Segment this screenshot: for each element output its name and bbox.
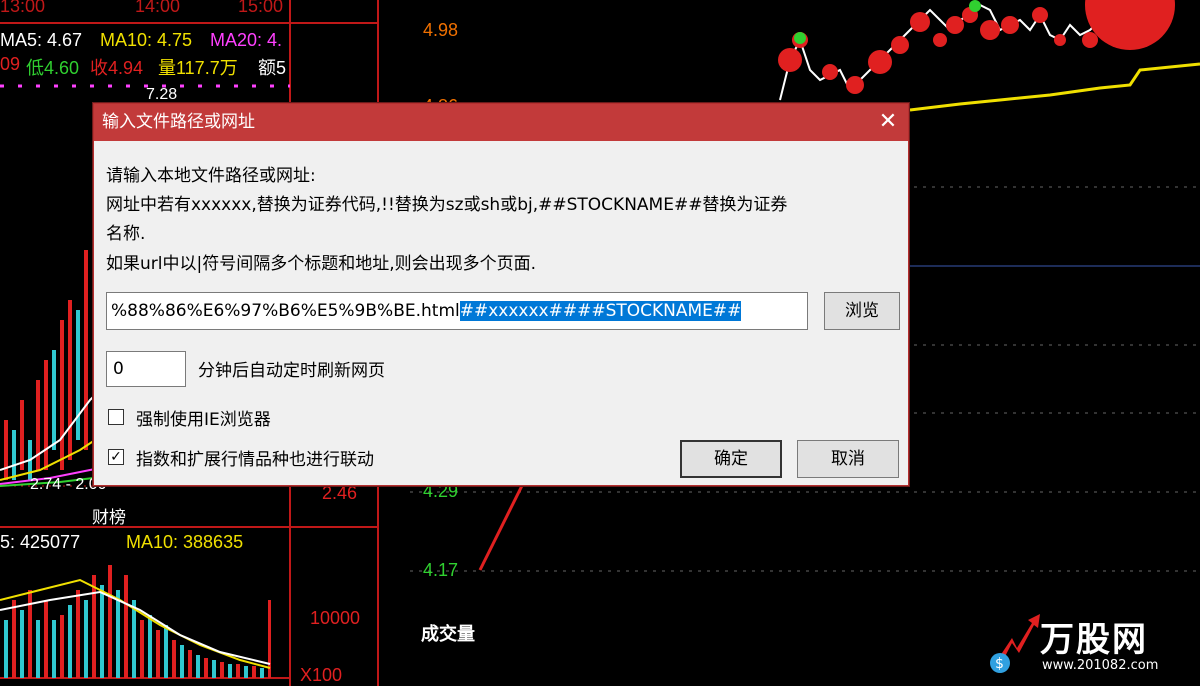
price-tick-417: 4.17 — [423, 560, 459, 580]
vol-tick-10000: 10000 — [310, 608, 361, 628]
instruction-line-1: 请输入本地文件路径或网址: — [106, 166, 316, 186]
vol-ma10-legend: MA10: 388635 — [126, 532, 244, 552]
time-label-1300: 13:00 — [0, 0, 46, 16]
ma5-legend: MA5: 4.67 — [0, 30, 83, 50]
link-label: 指数和扩展行情品种也进行联动 — [136, 450, 374, 470]
ma20-legend: MA20: 4. — [210, 30, 283, 50]
force-ie-checkbox[interactable] — [108, 409, 124, 425]
volume-section-label: 成交量 — [421, 624, 475, 644]
refresh-minutes-input[interactable]: 0 — [106, 351, 186, 387]
logo-text: 万股网 — [1040, 620, 1148, 660]
price-prefix: 09 — [0, 54, 21, 74]
high-price-label: 7.28 — [146, 86, 178, 103]
ok-button[interactable]: 确定 — [680, 440, 782, 478]
vol-tick-x100: X100 — [300, 665, 343, 685]
url-text: %88%86%E6%97%B6%E5%9B%BE.html — [111, 301, 460, 321]
refresh-minutes-label: 分钟后自动定时刷新网页 — [198, 361, 385, 381]
vol-ma5-legend: 5: 425077 — [0, 532, 81, 552]
price-tick-498: 4.98 — [423, 20, 459, 40]
logo-arrow-icon: $ — [990, 614, 1040, 673]
amount-info: 额5 — [258, 58, 287, 78]
close-icon[interactable]: ✕ — [876, 110, 900, 134]
instruction-line-2: 网址中若有xxxxxx,替换为证券代码,!!替换为sz或sh或bj,##STOC… — [106, 195, 788, 215]
url-selected-text: ##xxxxxx####STOCKNAME## — [459, 301, 742, 321]
instruction-line-4: 如果url中以|符号间隔多个标题和地址,则会出现多个页面. — [106, 254, 537, 274]
svg-text:$: $ — [995, 656, 1004, 672]
logo-site: www.201082.com — [1042, 658, 1159, 673]
browse-button[interactable]: 浏览 — [824, 292, 900, 330]
link-checkbox[interactable]: ✓ — [108, 449, 124, 465]
time-label-1500: 15:00 — [238, 0, 284, 16]
volume-info: 量117.7万 — [158, 58, 238, 78]
dialog-title: 输入文件路径或网址 — [94, 104, 908, 141]
time-label-1400: 14:00 — [135, 0, 181, 16]
cancel-button[interactable]: 取消 — [797, 440, 899, 478]
right-tick-label: 2.46 — [322, 483, 358, 503]
url-input[interactable]: %88%86%E6%97%B6%E5%9B%BE.html##xxxxxx###… — [106, 292, 808, 330]
instruction-line-3: 名称. — [106, 224, 146, 244]
ma10-legend: MA10: 4.75 — [100, 30, 193, 50]
watermark-logo: $ 万股网 www.201082.com — [982, 608, 1192, 678]
close-price: 收4.94 — [90, 58, 144, 78]
url-input-dialog: 输入文件路径或网址 ✕ 请输入本地文件路径或网址: 网址中若有xxxxxx,替换… — [93, 103, 909, 486]
low-price: 低4.60 — [26, 58, 80, 78]
force-ie-label: 强制使用IE浏览器 — [136, 410, 271, 430]
tab-caibang[interactable]: 财榜 — [92, 503, 126, 528]
